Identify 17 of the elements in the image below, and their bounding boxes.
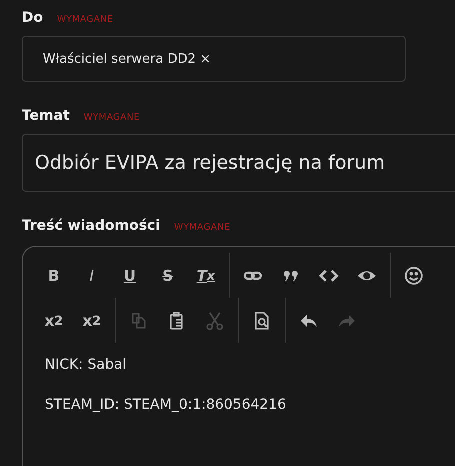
field-label: Treść wiadomości bbox=[22, 218, 160, 234]
message-text: NICK: Sabal bbox=[45, 357, 128, 373]
underline-button[interactable]: U bbox=[111, 260, 149, 290]
required-note: WYMAGANE bbox=[57, 15, 114, 25]
smiley-icon[interactable] bbox=[404, 266, 424, 286]
recipient-tag: Właściciel serwera DD2 × bbox=[43, 52, 212, 66]
document-search-icon[interactable] bbox=[252, 310, 272, 330]
message-text: STEAM_ID: STEAM_0:1:860564216 bbox=[45, 397, 288, 413]
field-label: Do bbox=[22, 10, 44, 26]
required-note: WYMAGANE bbox=[84, 113, 140, 123]
italic-button[interactable]: I bbox=[73, 260, 111, 290]
bold-button[interactable]: B bbox=[35, 260, 73, 290]
required-note: WYMAGANE bbox=[174, 223, 230, 233]
field-label: Temat bbox=[22, 108, 70, 124]
recipient-field[interactable]: Właściciel serwera DD2 × bbox=[22, 36, 406, 82]
strikethrough-button[interactable]: S bbox=[149, 260, 187, 290]
subject-field[interactable]: Odbiór EVIPA za rejestrację na forum bbox=[22, 134, 455, 192]
